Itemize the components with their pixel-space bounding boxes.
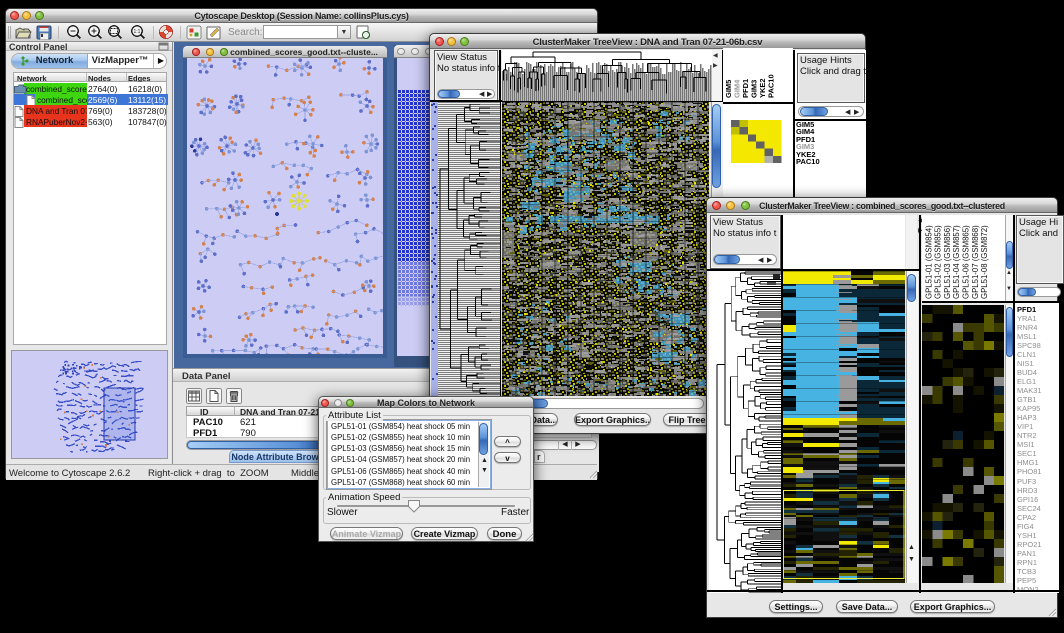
svg-text:1:1: 1:1 (134, 29, 141, 35)
svg-text:GPL51-06 (GSM865): GPL51-06 (GSM865) (962, 225, 971, 299)
svg-text:GPL51-07 (GSM868): GPL51-07 (GSM868) (971, 225, 980, 299)
svg-text:GPL51-01 (GSM854): GPL51-01 (GSM854) (924, 225, 933, 299)
svg-text:GPL51-04 (GSM857): GPL51-04 (GSM857) (952, 225, 961, 299)
svg-text:GPL51-02 (GSM855): GPL51-02 (GSM855) (934, 225, 943, 299)
svg-text:GPL51-03 (GSM856): GPL51-03 (GSM856) (943, 225, 952, 299)
svg-text:PAC10: PAC10 (767, 74, 776, 98)
svg-text:GPL51-08 (GSM872): GPL51-08 (GSM872) (980, 225, 989, 299)
